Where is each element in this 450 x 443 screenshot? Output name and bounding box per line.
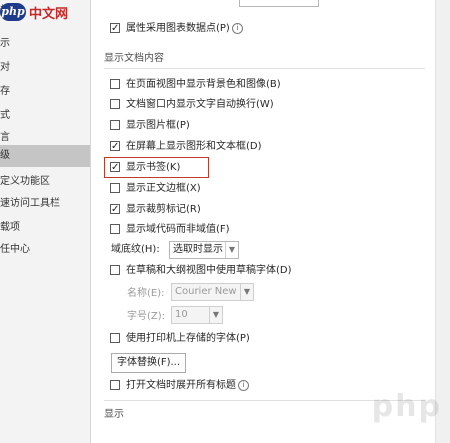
checkbox[interactable] bbox=[110, 265, 120, 275]
option-label: 使用打印机上存储的字体(P) bbox=[126, 333, 250, 344]
field-shading-label: 域底纹(H): bbox=[111, 244, 160, 255]
logo-text: 中文网 bbox=[29, 6, 69, 22]
select-value: 10 bbox=[175, 309, 188, 320]
sidebar-item[interactable]: 示 bbox=[0, 33, 90, 55]
option-label: 在页面视图中显示背景色和图像(B) bbox=[126, 79, 281, 90]
info-icon: i bbox=[238, 380, 249, 391]
font-name-row: 名称(E): bbox=[127, 285, 165, 303]
option-label: 在屏幕上显示图形和文本框(D) bbox=[126, 141, 262, 152]
sidebar-item[interactable]: 速访问工具栏 bbox=[0, 193, 90, 215]
font-size-select[interactable]: 10 ▼ bbox=[171, 306, 223, 324]
checkbox[interactable] bbox=[110, 159, 120, 177]
option-label: 属性采用图表数据点(P) bbox=[126, 23, 230, 34]
option-label: 显示域代码而非域值(F) bbox=[126, 224, 230, 235]
sidebar-item[interactable]: 对 bbox=[0, 57, 90, 79]
checkbox[interactable] bbox=[110, 183, 120, 193]
font-name-label: 名称(E): bbox=[127, 288, 165, 299]
checkbox[interactable] bbox=[110, 138, 120, 156]
sidebar-item[interactable]: 式 bbox=[0, 105, 90, 127]
option-label: 显示裁剪标记(R) bbox=[126, 204, 201, 215]
option-label: 显示书签(K) bbox=[126, 162, 181, 173]
info-icon: i bbox=[231, 23, 243, 34]
checkbox[interactable] bbox=[110, 333, 120, 343]
checkbox[interactable] bbox=[110, 224, 120, 234]
font-name-select[interactable]: Courier New ▼ bbox=[171, 283, 254, 301]
options-category-sidebar: 规示对存式言级定义功能区速访问工具栏载项任中心 bbox=[0, 0, 91, 443]
checkbox[interactable] bbox=[110, 201, 120, 219]
chevron-down-icon: ▼ bbox=[240, 284, 253, 300]
watermark: php bbox=[371, 389, 442, 424]
chevron-down-icon: ▼ bbox=[225, 242, 238, 258]
option-label: 在草稿和大纲视图中使用草稿字体(D) bbox=[126, 265, 292, 276]
section-title-doc-content: 显示文档内容 bbox=[104, 53, 164, 64]
select-value: Courier New bbox=[175, 286, 237, 297]
site-logo: php 中文网 bbox=[0, 0, 68, 24]
checkbox[interactable] bbox=[110, 20, 120, 38]
logo-badge: php bbox=[0, 3, 26, 21]
select-value: 选取时显示 bbox=[173, 244, 223, 255]
checkbox[interactable] bbox=[110, 380, 120, 390]
sidebar-item[interactable]: 存 bbox=[0, 81, 90, 103]
option-label: 显示图片框(P) bbox=[126, 120, 190, 131]
field-shading-row: 域底纹(H): bbox=[111, 241, 160, 259]
sidebar-item[interactable]: 级 bbox=[0, 145, 90, 167]
section-title-display: 显示 bbox=[104, 409, 124, 420]
checkbox[interactable] bbox=[110, 79, 120, 89]
chevron-down-icon: ▼ bbox=[209, 307, 222, 323]
field-shading-select[interactable]: 选取时显示 ▼ bbox=[169, 241, 239, 259]
sidebar-item[interactable]: 定义功能区 bbox=[0, 171, 90, 193]
option-label: 显示正文边框(X) bbox=[126, 183, 201, 194]
option-label: 文档窗口内显示文字自动换行(W) bbox=[126, 99, 274, 110]
font-size-label: 字号(Z): bbox=[127, 311, 166, 322]
checkbox[interactable] bbox=[110, 99, 120, 109]
font-size-row: 字号(Z): bbox=[127, 308, 165, 326]
font-substitution-button[interactable]: 字体替换(F)... bbox=[111, 353, 186, 373]
option-label: 打开文档时展开所有标题 bbox=[126, 380, 236, 391]
cropped-control bbox=[239, 0, 319, 7]
checkbox[interactable] bbox=[110, 120, 120, 130]
sidebar-item[interactable]: 任中心 bbox=[0, 239, 90, 261]
section-divider bbox=[104, 68, 425, 69]
sidebar-item[interactable]: 载项 bbox=[0, 217, 90, 239]
